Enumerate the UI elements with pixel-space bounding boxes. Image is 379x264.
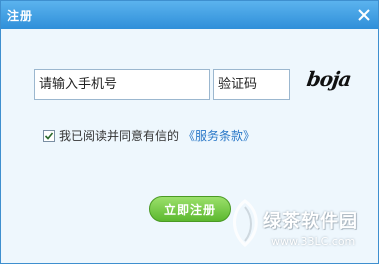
close-icon[interactable] xyxy=(356,7,372,23)
register-button[interactable]: 立即注册 xyxy=(149,196,231,222)
dialog-title: 注册 xyxy=(7,9,34,23)
captcha-image[interactable]: boja xyxy=(305,67,352,91)
agree-checkbox[interactable] xyxy=(43,129,55,142)
agree-text: 我已阅读并同意有信的 xyxy=(59,129,180,143)
watermark-name: 绿茶软件园 xyxy=(263,211,358,232)
terms-link[interactable]: 《服务条款》 xyxy=(183,127,255,144)
check-icon xyxy=(44,131,54,140)
title-bar[interactable]: 注册 xyxy=(1,1,378,29)
verification-code-input[interactable]: 验证码 xyxy=(213,69,290,100)
leaf-logo-icon xyxy=(233,199,258,247)
watermark-url: www.33LC.com xyxy=(271,235,356,248)
phone-input[interactable]: 请输入手机号 xyxy=(34,69,210,100)
register-dialog: 注册 请输入手机号 验证码 boja 我已阅读并同意有信的 《服务条款》 立即注… xyxy=(0,0,379,264)
agreement-row: 我已阅读并同意有信的 《服务条款》 xyxy=(43,127,255,144)
